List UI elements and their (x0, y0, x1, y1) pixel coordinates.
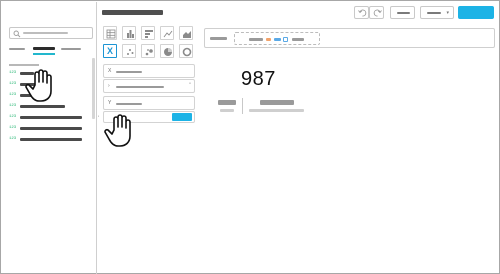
metric-x-glyph: X (107, 46, 114, 56)
search-input[interactable] (9, 27, 93, 39)
calendar-icon (283, 37, 288, 42)
field-label (20, 105, 65, 108)
tab-1[interactable] (9, 48, 25, 50)
scatter-chart-icon[interactable] (122, 44, 136, 58)
app-window: 123 123 123 123 123 123 123 ▾ X X › ▪▪ Y… (0, 0, 500, 274)
field-type-icon: ▪ (98, 114, 100, 118)
chart-type-palette: X (103, 26, 195, 59)
bubble-chart-icon[interactable] (141, 44, 155, 58)
hand-cursor-icon (25, 69, 52, 102)
active-tab-indicator (33, 53, 55, 55)
filter-chip-blue (274, 38, 281, 41)
field-label (20, 116, 82, 119)
primary-button[interactable] (458, 6, 494, 19)
metric-stat-label (218, 100, 236, 105)
redo-icon (373, 9, 382, 17)
x-axis-label: X (108, 68, 112, 74)
numeric-field-icon: 123 (9, 104, 17, 108)
y-axis-dropzone[interactable]: Y (103, 96, 195, 110)
chevron-right-icon: › (108, 83, 110, 89)
row-badge: ▪▪ (188, 81, 191, 85)
numeric-field-icon: 123 (9, 137, 17, 141)
horizontal-bar-chart-icon[interactable] (141, 26, 155, 40)
divider (242, 98, 243, 114)
donut-chart-icon[interactable] (179, 44, 193, 58)
filter-chip-label (249, 38, 263, 41)
apply-button[interactable] (172, 113, 192, 121)
numeric-field-icon: 123 (9, 115, 17, 119)
numeric-field-icon: 123 (9, 82, 17, 86)
pie-chart-icon[interactable] (160, 44, 174, 58)
chevron-down-icon: ▾ (446, 10, 449, 16)
search-placeholder (23, 32, 68, 34)
x-axis-field (116, 71, 142, 73)
field-item[interactable]: 123 (9, 104, 97, 114)
bar-chart-icon[interactable] (122, 26, 136, 40)
metric-value: 987 (241, 68, 276, 90)
numeric-field-icon: 123 (9, 93, 17, 97)
filter-dropzone[interactable] (234, 32, 320, 45)
section-header (9, 64, 39, 66)
page-title (102, 10, 163, 15)
redo-button[interactable] (369, 6, 384, 19)
tab-2[interactable] (33, 47, 55, 50)
y-axis-field (116, 103, 142, 105)
sidebar: 123 123 123 123 123 123 123 (2, 2, 97, 274)
toolbar-dropdown-label (427, 12, 441, 14)
sidebar-tabs (9, 46, 81, 55)
hand-cursor-icon (104, 114, 131, 147)
filter-chip-value (292, 38, 304, 41)
group-dropzone[interactable]: › ▪▪ (103, 79, 195, 93)
undo-icon (358, 9, 367, 17)
numeric-field-icon: 123 (9, 71, 17, 75)
toolbar-button[interactable] (390, 6, 415, 19)
metric-stat-sub (220, 109, 234, 112)
field-item[interactable]: 123 (9, 115, 97, 125)
search-icon (13, 30, 21, 38)
metric-compare-label (260, 100, 294, 105)
tab-3[interactable] (61, 48, 81, 50)
filter-chip-orange (266, 38, 271, 41)
sidebar-scrollbar[interactable] (92, 58, 95, 119)
field-item[interactable]: 123 (9, 126, 97, 136)
toolbar-dropdown[interactable]: ▾ (420, 6, 454, 19)
filter-label (210, 37, 227, 40)
undo-button[interactable] (354, 6, 369, 19)
y-axis-label: Y (108, 100, 112, 106)
table-chart-icon[interactable] (103, 26, 117, 40)
metric-chart-icon[interactable]: X (103, 44, 117, 58)
filter-bar (204, 28, 495, 48)
field-label (20, 138, 82, 141)
field-label (20, 127, 82, 130)
numeric-field-icon: 123 (9, 126, 17, 130)
x-axis-dropzone[interactable]: X (103, 64, 195, 78)
area-chart-icon[interactable] (179, 26, 193, 40)
metric-compare-sub (249, 109, 304, 112)
field-item[interactable]: 123 (9, 137, 97, 147)
toolbar-button-label (397, 12, 410, 14)
line-chart-icon[interactable] (160, 26, 174, 40)
group-field (116, 86, 164, 88)
